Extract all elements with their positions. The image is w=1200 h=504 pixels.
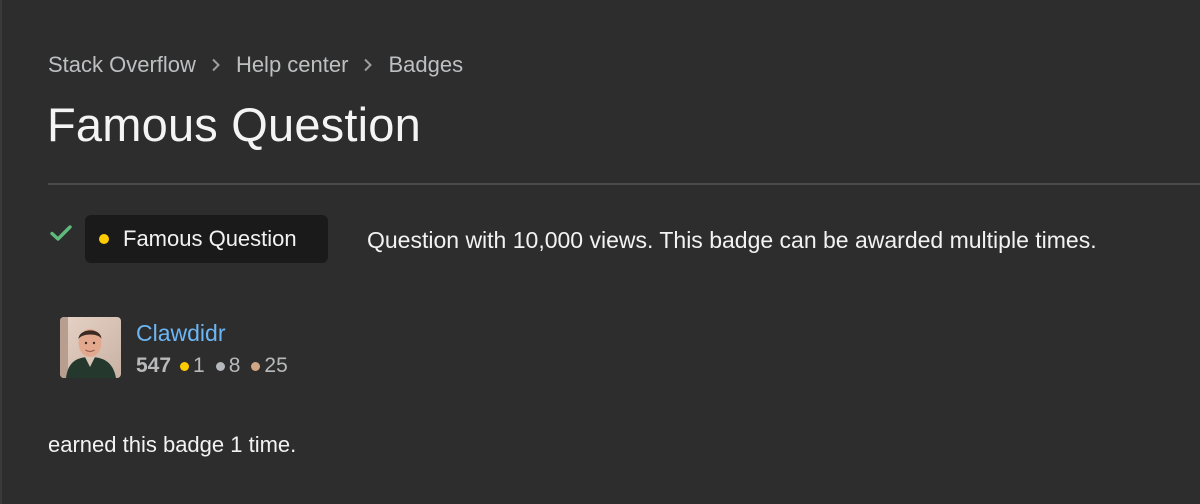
- divider: [48, 183, 1200, 185]
- gold-badge-count: 1: [193, 354, 205, 377]
- silver-badge-icon: [215, 361, 225, 371]
- chevron-right-icon: [348, 54, 388, 77]
- checkmark-icon: [50, 224, 72, 242]
- page-title: Famous Question: [47, 98, 421, 151]
- bronze-badge-count: 25: [264, 354, 288, 377]
- silver-badge-count: 8: [228, 354, 241, 377]
- breadcrumb: Stack Overflow Help center Badges: [48, 52, 463, 78]
- gold-badge-icon: [180, 361, 190, 371]
- user-details: Clawdidr 547 1 8 25: [136, 319, 299, 378]
- gold-badge-icon: [99, 234, 109, 244]
- left-border: [0, 0, 2, 504]
- earned-count-text: earned this badge 1 time.: [48, 432, 297, 457]
- badge-tag-famous-question[interactable]: Famous Question: [85, 215, 328, 263]
- chevron-right-icon: [196, 54, 236, 77]
- breadcrumb-stack-overflow[interactable]: Stack Overflow: [48, 52, 196, 78]
- reputation-score: 547: [136, 354, 172, 377]
- breadcrumb-badges[interactable]: Badges: [388, 52, 463, 78]
- user-name-link[interactable]: Clawdidr: [136, 319, 299, 347]
- user-card: Clawdidr 547 1 8 25: [60, 317, 299, 378]
- badge-description: Question with 10,000 views. This badge c…: [367, 227, 1097, 253]
- badge-name: Famous Question: [123, 226, 297, 251]
- user-stats: 547 1 8 25: [136, 354, 299, 378]
- user-avatar[interactable]: [60, 317, 121, 378]
- bronze-badge-icon: [251, 361, 261, 371]
- breadcrumb-help-center[interactable]: Help center: [236, 52, 349, 78]
